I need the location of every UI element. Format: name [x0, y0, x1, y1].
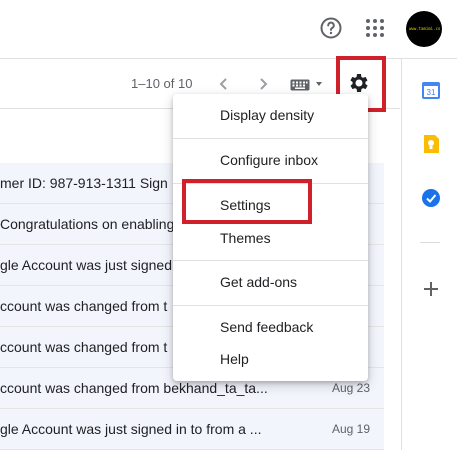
- email-row[interactable]: gle Account was just signed in to from a…: [0, 409, 384, 450]
- menu-item-display-density[interactable]: Display density: [220, 107, 314, 123]
- email-subject: ccount was changed from bekhand_ta_ta...: [0, 380, 268, 396]
- menu-item-get-add-ons[interactable]: Get add-ons: [220, 274, 297, 290]
- plus-icon[interactable]: [422, 280, 440, 298]
- avatar-logo: www.tamimi.co: [409, 26, 441, 31]
- svg-text:31: 31: [427, 88, 436, 97]
- menu-item-configure-inbox[interactable]: Configure inbox: [220, 152, 318, 168]
- calendar-icon[interactable]: 31: [421, 80, 441, 100]
- menu-item-send-feedback[interactable]: Send feedback: [220, 319, 313, 335]
- menu-divider: [173, 305, 368, 306]
- tasks-icon[interactable]: [421, 188, 441, 208]
- apps-button[interactable]: [362, 15, 388, 41]
- menu-divider: [173, 260, 368, 261]
- menu-item-help[interactable]: Help: [220, 351, 249, 367]
- chevron-down-icon[interactable]: [316, 82, 322, 86]
- chevron-left-icon[interactable]: [215, 75, 233, 93]
- help-circle-icon: [320, 17, 342, 39]
- account-avatar[interactable]: www.tamimi.co: [406, 11, 442, 47]
- pagination-label: 1–10 of 10: [131, 76, 193, 91]
- menu-divider: [173, 138, 368, 139]
- menu-item-themes[interactable]: Themes: [220, 230, 271, 246]
- help-button[interactable]: [318, 15, 344, 41]
- settings-menu: Display density Configure inbox Settings…: [173, 94, 368, 381]
- keyboard-icon[interactable]: [290, 79, 310, 91]
- email-subject: gle Account was just signed in to from a…: [0, 421, 262, 437]
- side-divider: [420, 242, 440, 243]
- top-bar: www.tamimi.co: [0, 0, 457, 59]
- email-date: Aug 19: [331, 422, 370, 436]
- chevron-right-icon[interactable]: [254, 75, 272, 93]
- keep-icon[interactable]: [421, 134, 441, 154]
- settings-highlight-box: [182, 179, 312, 224]
- apps-grid-icon: [366, 19, 384, 37]
- side-panel: 31: [401, 59, 457, 450]
- email-date: Aug 23: [331, 381, 370, 395]
